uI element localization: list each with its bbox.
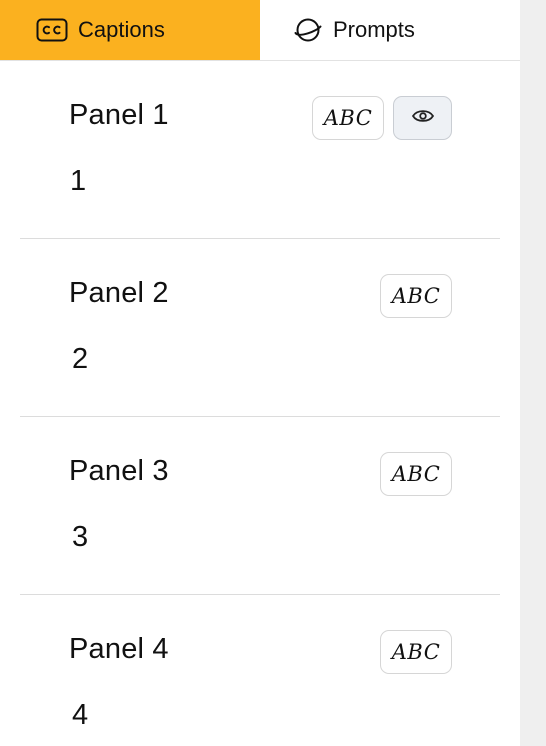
scrollbar-track[interactable] <box>520 0 546 746</box>
caption-style-label: ABC <box>391 284 441 308</box>
caption-style-button[interactable]: ABC <box>380 274 452 318</box>
panel-caption-text[interactable]: 2 <box>72 343 88 376</box>
panel-caption-text[interactable]: 3 <box>72 521 88 554</box>
closed-captions-icon <box>36 18 68 42</box>
captions-editor: Captions Prompts Panel 1 ABC 1 Panel 2 A… <box>0 0 546 746</box>
panel-card: Panel 3 ABC 3 <box>20 417 500 595</box>
planet-icon <box>293 16 323 44</box>
tab-captions-label: Captions <box>78 17 165 42</box>
panel-caption-text[interactable]: 4 <box>72 699 88 732</box>
tab-prompts[interactable]: Prompts <box>260 0 520 60</box>
caption-style-label: ABC <box>391 640 441 664</box>
panel-card: Panel 2 ABC 2 <box>20 239 500 417</box>
panel-title: Panel 1 <box>69 99 169 131</box>
caption-style-button[interactable]: ABC <box>312 96 384 140</box>
caption-style-button[interactable]: ABC <box>380 630 452 674</box>
panel-caption-text[interactable]: 1 <box>70 165 86 198</box>
panel-title: Panel 3 <box>69 455 169 487</box>
caption-style-button[interactable]: ABC <box>380 452 452 496</box>
caption-style-label: ABC <box>391 462 441 486</box>
panel-title: Panel 4 <box>69 633 169 665</box>
tab-bar: Captions Prompts <box>0 0 520 61</box>
tab-captions[interactable]: Captions <box>0 0 260 60</box>
tab-prompts-label: Prompts <box>333 17 415 42</box>
panel-card: Panel 4 ABC 4 <box>20 595 500 746</box>
preview-button[interactable] <box>393 96 452 140</box>
caption-style-label: ABC <box>323 106 373 130</box>
panel-card: Panel 1 ABC 1 <box>20 61 500 239</box>
eye-icon <box>411 108 435 129</box>
panel-title: Panel 2 <box>69 277 169 309</box>
